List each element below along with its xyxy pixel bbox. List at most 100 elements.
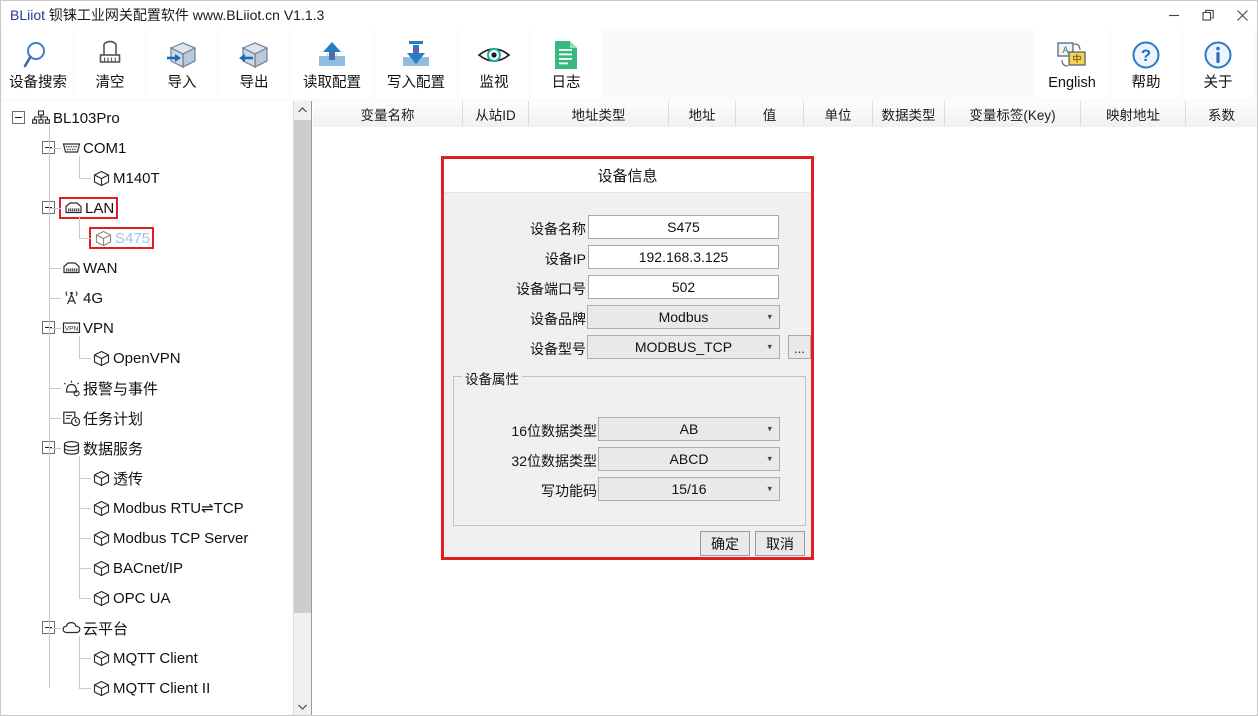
cube-icon: [91, 679, 111, 697]
tree-node-content[interactable]: LAN: [59, 197, 119, 219]
variable-table-header: 变量名称 从站ID 地址类型 地址值单位 数据类型 变量标签(Key) 映射地址 系数: [313, 101, 1257, 128]
scroll-down-arrow[interactable]: [294, 698, 311, 715]
tree-node-content[interactable]: S475: [89, 227, 155, 249]
tree-connector: [79, 216, 80, 238]
toolbar-button-language[interactable]: A 中 English: [1035, 29, 1109, 99]
toolbar-label: 导出: [239, 75, 269, 91]
toolbar-label: 读取配置: [303, 75, 361, 91]
tree-node-node[interactable]: 报警与事件: [2, 373, 158, 403]
chevron-down-icon: ▾: [767, 423, 772, 434]
tree-node-content[interactable]: BACnet/IP: [91, 559, 183, 577]
schedule-icon: [61, 409, 81, 427]
data-type-32bit-select[interactable]: ABCD ▾: [598, 447, 780, 471]
tree-node-label: MQTT Client II: [113, 679, 211, 697]
device-model-browse-button[interactable]: ...: [788, 335, 811, 359]
data-type-16bit-select[interactable]: AB ▾: [598, 417, 780, 441]
device-name-input[interactable]: S475: [588, 215, 779, 239]
tree-node-modbus-rtu-tcp[interactable]: Modbus RTU⇌TCP: [2, 493, 244, 523]
dialog-body: 设备名称 S475 设备IP 192.168.3.125 设备端口号 502 设…: [444, 193, 811, 557]
table-column-header[interactable]: 从站ID: [463, 101, 529, 126]
device-tree[interactable]: BL103Pro COM1 M140T LAN S475 WAN 4G VPN VPN OpenV…: [2, 101, 293, 715]
scroll-thumb[interactable]: [294, 120, 311, 613]
toolbar-button-import[interactable]: 导入: [147, 29, 217, 99]
toolbar-label: 帮助: [1131, 75, 1161, 91]
title-bar: BLiiot 钡铼工业网关配置软件 www.BLiiot.cn V1.1.3: [1, 1, 1257, 29]
cube-icon: [91, 169, 111, 187]
minimize-button[interactable]: [1157, 1, 1191, 29]
toolbar-label: 关于: [1203, 75, 1233, 91]
table-column-header[interactable]: 变量名称: [313, 101, 463, 126]
dialog-ok-button[interactable]: 确定: [700, 531, 750, 556]
toolbar-button-clear[interactable]: 清空: [75, 29, 145, 99]
table-column-header[interactable]: 系数: [1186, 101, 1257, 126]
select-value: Modbus: [658, 309, 709, 325]
group-caption: 设备属性: [462, 368, 522, 388]
tree-node-content[interactable]: MQTT Client II: [91, 679, 210, 697]
field-label: 16位数据类型: [511, 423, 597, 439]
tree-node-label: 任务计划: [83, 410, 144, 428]
tree-node-content[interactable]: 透传: [91, 468, 143, 489]
ethernet-icon: [63, 199, 83, 217]
toolbar-button-log[interactable]: 日志: [531, 29, 601, 99]
select-value: 15/16: [671, 481, 707, 497]
dialog-cancel-button[interactable]: 取消: [755, 531, 805, 556]
tree-node-content[interactable]: 云平台: [61, 618, 128, 639]
tree-node-content[interactable]: WAN: [61, 259, 117, 277]
table-column-header[interactable]: 数据类型: [873, 101, 945, 126]
tree-node-content[interactable]: Modbus TCP Server: [91, 529, 248, 547]
download-arrow-icon: [400, 37, 432, 73]
scroll-up-arrow[interactable]: [294, 101, 311, 119]
tree-expander-collapse[interactable]: [12, 111, 25, 124]
tree-node-mqtt-client-ii[interactable]: MQTT Client II: [2, 673, 210, 703]
vpn-icon: VPN: [61, 319, 81, 337]
device-model-select[interactable]: MODBUS_TCP ▾: [587, 335, 780, 359]
table-column-header[interactable]: 映射地址: [1081, 101, 1186, 126]
tree-node-content[interactable]: OpenVPN: [91, 349, 181, 367]
toolbar-button-write-config[interactable]: 写入配置: [375, 29, 457, 99]
tree-node-label: 数据服务: [83, 440, 144, 458]
tree-node-content[interactable]: 任务计划: [61, 408, 143, 429]
tree-node-content[interactable]: VPN VPN: [61, 319, 114, 337]
tree-node-node[interactable]: 数据服务: [2, 433, 143, 463]
toolbar-button-export[interactable]: 导出: [219, 29, 289, 99]
tree-connector: [79, 538, 91, 539]
device-port-input[interactable]: 502: [588, 275, 779, 299]
tree-node-content[interactable]: OPC UA: [91, 589, 171, 607]
table-column-header[interactable]: 地址类型: [529, 101, 669, 126]
tree-node-modbus-tcp-server[interactable]: Modbus TCP Server: [2, 523, 248, 553]
import-box-icon: [166, 37, 198, 73]
tree-node-content[interactable]: COM1: [61, 139, 126, 157]
toolbar-button-read-config[interactable]: 读取配置: [291, 29, 373, 99]
toolbar-button-device-search[interactable]: 设备搜索: [3, 29, 73, 99]
tree-node-openvpn[interactable]: OpenVPN: [2, 343, 181, 373]
tree-node-node[interactable]: 透传: [2, 463, 143, 493]
maximize-button[interactable]: [1191, 1, 1225, 29]
device-ip-input[interactable]: 192.168.3.125: [588, 245, 779, 269]
toolbar-button-monitor[interactable]: 监视: [459, 29, 529, 99]
tree-node-content[interactable]: 数据服务: [61, 438, 143, 459]
write-function-code-select[interactable]: 15/16 ▾: [598, 477, 780, 501]
tree-node-node[interactable]: 云平台: [2, 613, 128, 643]
cube-icon: [91, 559, 111, 577]
window-title-rest: 钡铼工业网关配置软件 www.BLiiot.cn V1.1.3: [48, 7, 325, 23]
tree-node-content[interactable]: M140T: [91, 169, 160, 187]
tree-scrollbar[interactable]: [293, 101, 311, 715]
tree-node-com1[interactable]: COM1: [2, 133, 126, 163]
table-column-header[interactable]: 地址: [669, 101, 736, 126]
tree-node-content[interactable]: Modbus RTU⇌TCP: [91, 499, 244, 517]
table-column-header[interactable]: 单位: [804, 101, 873, 126]
tree-node-content[interactable]: 4G: [61, 289, 103, 307]
tree-node-content[interactable]: 报警与事件: [61, 378, 158, 399]
device-brand-select[interactable]: Modbus ▾: [587, 305, 780, 329]
tree-node-content[interactable]: BL103Pro: [31, 109, 120, 127]
toolbar-button-help[interactable]: ? 帮助: [1111, 29, 1181, 99]
tree-node-content[interactable]: MQTT Client: [91, 649, 198, 667]
tree-node-mqtt-client[interactable]: MQTT Client: [2, 643, 198, 673]
tree-node-bacnet-ip[interactable]: BACnet/IP: [2, 553, 183, 583]
toolbar-button-about[interactable]: 关于: [1183, 29, 1253, 99]
table-column-header[interactable]: 变量标签(Key): [945, 101, 1081, 126]
field-label: 32位数据类型: [511, 453, 597, 469]
tree-node-node[interactable]: 任务计划: [2, 403, 143, 433]
table-column-header[interactable]: 值: [736, 101, 804, 126]
close-button[interactable]: [1225, 1, 1257, 29]
